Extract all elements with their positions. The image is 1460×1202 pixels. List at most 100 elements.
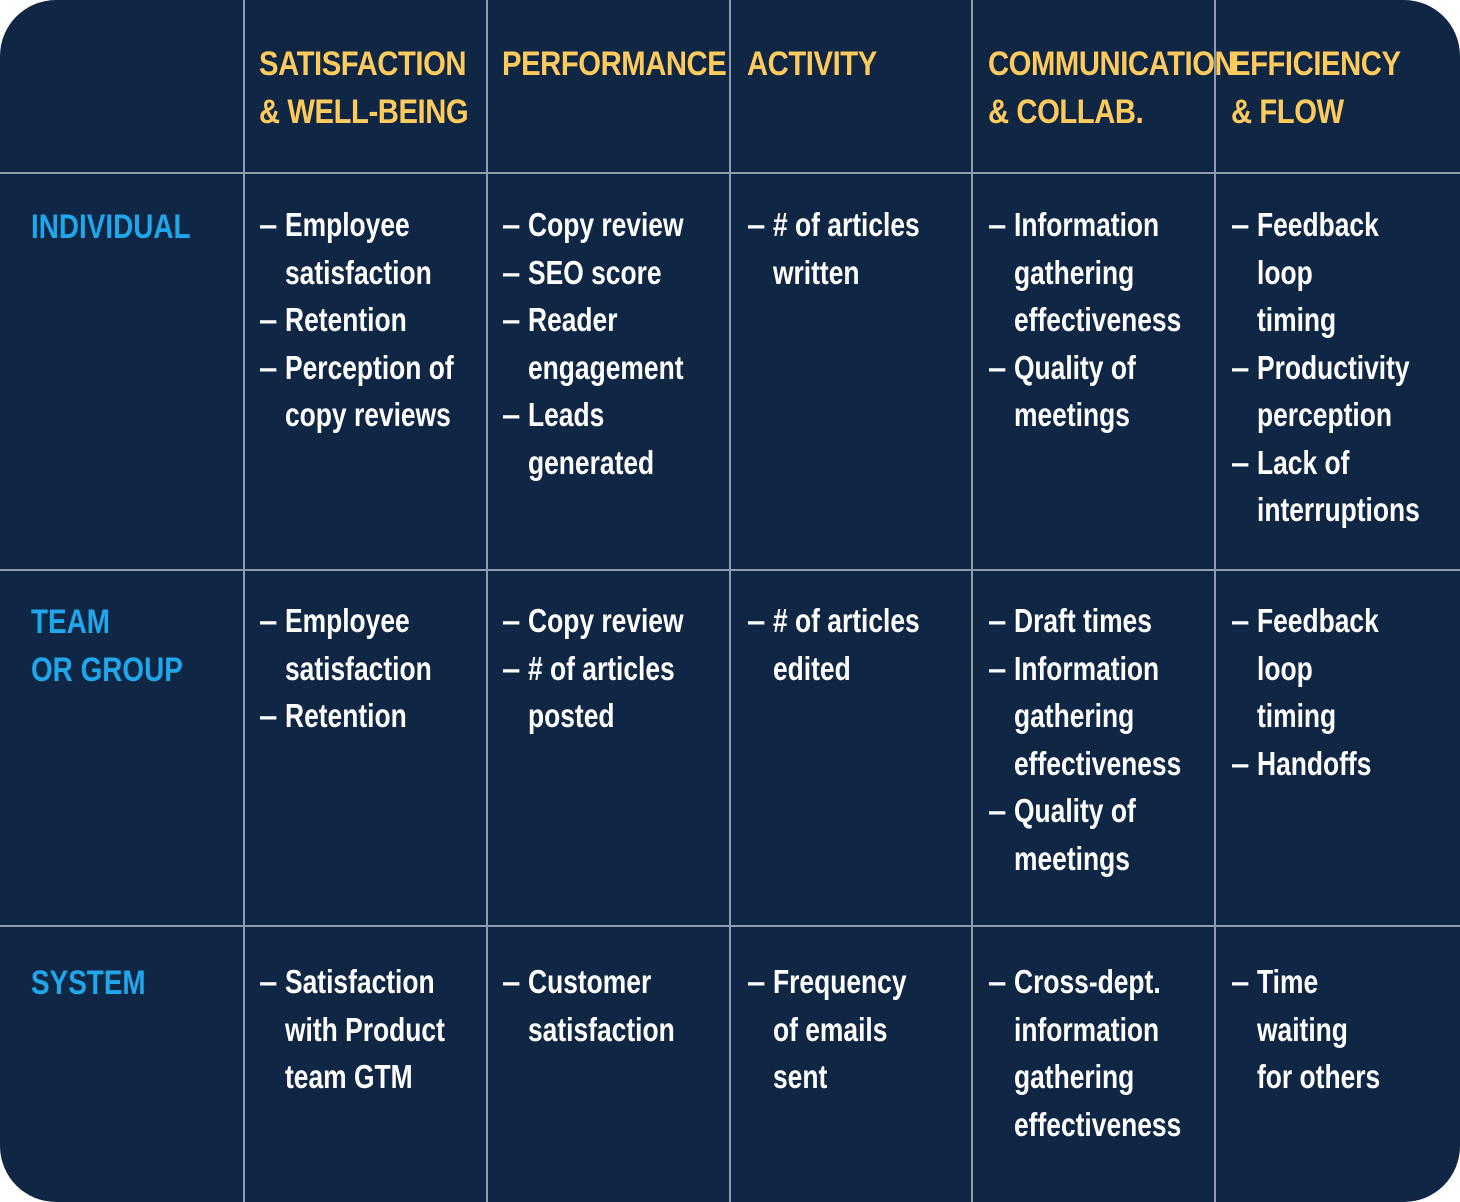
column-header-efficiency: EFFICIENCY & FLOW xyxy=(1231,45,1401,131)
space-framework-matrix: SATISFACTION & WELL-BEING PERFORMANCE AC… xyxy=(0,0,1460,1202)
bullet-dash-icon: – xyxy=(259,697,278,734)
metric-text: Quality of meetings xyxy=(1014,348,1136,434)
metric-text: Leads generated xyxy=(528,396,655,481)
column-header-performance: PERFORMANCE xyxy=(502,45,727,83)
metric-item: – Feedback loop timing xyxy=(1231,201,1460,344)
bullet-dash-icon: – xyxy=(1231,744,1250,782)
metric-item: – Employee satisfaction xyxy=(259,201,525,296)
metric-cell: – Satisfaction with Product team GTM xyxy=(259,958,525,1101)
metric-item: – Copy review xyxy=(502,597,768,645)
metric-text: Retention xyxy=(285,697,407,734)
metric-item: – Quality of meetings xyxy=(988,344,1254,439)
metric-cell: – Time waiting for others xyxy=(1231,958,1460,1101)
metric-text: Retention xyxy=(285,301,407,338)
metric-text: Employee satisfaction xyxy=(285,602,432,687)
metric-cell: – Feedback loop timing – Handoffs xyxy=(1231,597,1460,787)
bullet-dash-icon: – xyxy=(502,206,521,243)
metric-list: – Customer satisfaction xyxy=(502,958,768,1053)
metric-list: – Feedback loop timing – Handoffs xyxy=(1231,597,1460,787)
metric-text: Lack of interruptions xyxy=(1257,443,1420,529)
bullet-dash-icon: – xyxy=(747,206,766,243)
metric-list: – Time waiting for others xyxy=(1231,958,1460,1101)
bullet-dash-icon: – xyxy=(502,301,521,338)
metric-text: Draft times xyxy=(1014,602,1152,639)
bullet-dash-icon: – xyxy=(259,206,278,243)
bullet-dash-icon: – xyxy=(988,649,1007,687)
metric-item: – Information gathering effectiveness xyxy=(988,201,1254,344)
bullet-dash-icon: – xyxy=(747,963,766,1000)
metric-cell: – Employee satisfaction – Retention – Percept… xyxy=(259,201,525,439)
metric-cell: – Draft times – Information gathering effec… xyxy=(988,597,1254,882)
metric-text: Time waiting for others xyxy=(1257,963,1381,1095)
metric-list: – Draft times – Information gathering effec… xyxy=(988,597,1254,882)
metric-text: Information gathering effectiveness xyxy=(1014,649,1182,782)
bullet-dash-icon: – xyxy=(502,253,521,291)
metric-item: – Information gathering effectiveness xyxy=(988,645,1254,788)
metric-list: – Copy review – SEO score – Reader engagement… xyxy=(502,201,768,486)
metric-cell: – Information gathering effectiveness – Qua… xyxy=(988,201,1254,439)
metric-item: – Handoffs xyxy=(1231,740,1460,788)
metric-list: – Cross-dept. information gathering effec… xyxy=(988,958,1254,1148)
bullet-dash-icon: – xyxy=(747,602,766,639)
bullet-dash-icon: – xyxy=(1231,602,1250,639)
metric-item: – Satisfaction with Product team GTM xyxy=(259,958,525,1101)
metric-item: – Reader engagement xyxy=(502,296,768,391)
metric-item: – Retention xyxy=(259,692,525,740)
bullet-dash-icon: – xyxy=(502,396,521,433)
metric-text: Copy review xyxy=(528,206,684,243)
bullet-dash-icon: – xyxy=(988,792,1007,829)
metric-list: – # of articles written xyxy=(747,201,1013,296)
metric-list: – Feedback loop timing – Productivity perce… xyxy=(1231,201,1460,534)
metric-text: Employee satisfaction xyxy=(285,206,432,291)
metric-item: – Customer satisfaction xyxy=(502,958,768,1053)
metric-list: – Copy review – # of articles posted xyxy=(502,597,768,740)
bullet-dash-icon: – xyxy=(988,348,1007,386)
metric-text: Perception of copy reviews xyxy=(285,348,454,434)
metric-item: – Leads generated xyxy=(502,391,768,486)
metric-text: Feedback loop timing xyxy=(1257,206,1379,338)
metric-item: – Perception of copy reviews xyxy=(259,344,525,439)
bullet-dash-icon: – xyxy=(988,602,1007,639)
metric-item: – Time waiting for others xyxy=(1231,958,1460,1101)
metric-cell: – Frequency of emails sent xyxy=(747,958,1013,1101)
metric-cell: – Cross-dept. information gathering effec… xyxy=(988,958,1254,1148)
metric-text: Information gathering effectiveness xyxy=(1014,206,1182,338)
metric-text: Frequency of emails sent xyxy=(773,963,907,1095)
metric-text: Reader engagement xyxy=(528,301,684,386)
metric-cell: – Copy review – # of articles posted xyxy=(502,597,768,740)
metric-text: Feedback loop timing xyxy=(1257,602,1379,734)
bullet-dash-icon: – xyxy=(259,301,278,338)
metric-list: – # of articles edited xyxy=(747,597,1013,692)
bullet-dash-icon: – xyxy=(259,963,278,1000)
metric-list: – Frequency of emails sent xyxy=(747,958,1013,1101)
metric-cell: – Employee satisfaction – Retention xyxy=(259,597,525,740)
metric-item: – Quality of meetings xyxy=(988,787,1254,882)
metric-text: Customer satisfaction xyxy=(528,963,675,1048)
bullet-dash-icon: – xyxy=(502,602,521,639)
metric-item: – Draft times xyxy=(988,597,1254,645)
metric-item: – SEO score xyxy=(502,249,768,297)
metric-text: # of articles written xyxy=(773,206,920,291)
metric-item: – Lack of interruptions xyxy=(1231,439,1460,534)
metric-cell: – Customer satisfaction xyxy=(502,958,768,1053)
bullet-dash-icon: – xyxy=(259,348,278,386)
metric-text: Satisfaction with Product team GTM xyxy=(285,963,445,1095)
metric-text: Productivity perception xyxy=(1257,348,1410,434)
metric-item: – Copy review xyxy=(502,201,768,249)
row-divider xyxy=(0,569,1460,571)
row-header-system: SYSTEM xyxy=(31,964,146,1002)
metric-list: – Satisfaction with Product team GTM xyxy=(259,958,525,1101)
bullet-dash-icon: – xyxy=(259,602,278,639)
column-divider xyxy=(243,0,245,1202)
metric-item: – Productivity perception xyxy=(1231,344,1460,439)
metric-text: # of articles posted xyxy=(528,649,675,735)
metric-cell: – # of articles edited xyxy=(747,597,1013,692)
row-divider xyxy=(0,925,1460,927)
metric-item: – # of articles written xyxy=(747,201,1013,296)
metric-item: – Frequency of emails sent xyxy=(747,958,1013,1101)
bullet-dash-icon: – xyxy=(1231,206,1250,243)
metric-cell: – Copy review – SEO score – Reader engagement… xyxy=(502,201,768,486)
row-divider xyxy=(0,172,1460,174)
metric-text: Quality of meetings xyxy=(1014,792,1136,877)
row-header-individual: INDIVIDUAL xyxy=(31,208,191,246)
